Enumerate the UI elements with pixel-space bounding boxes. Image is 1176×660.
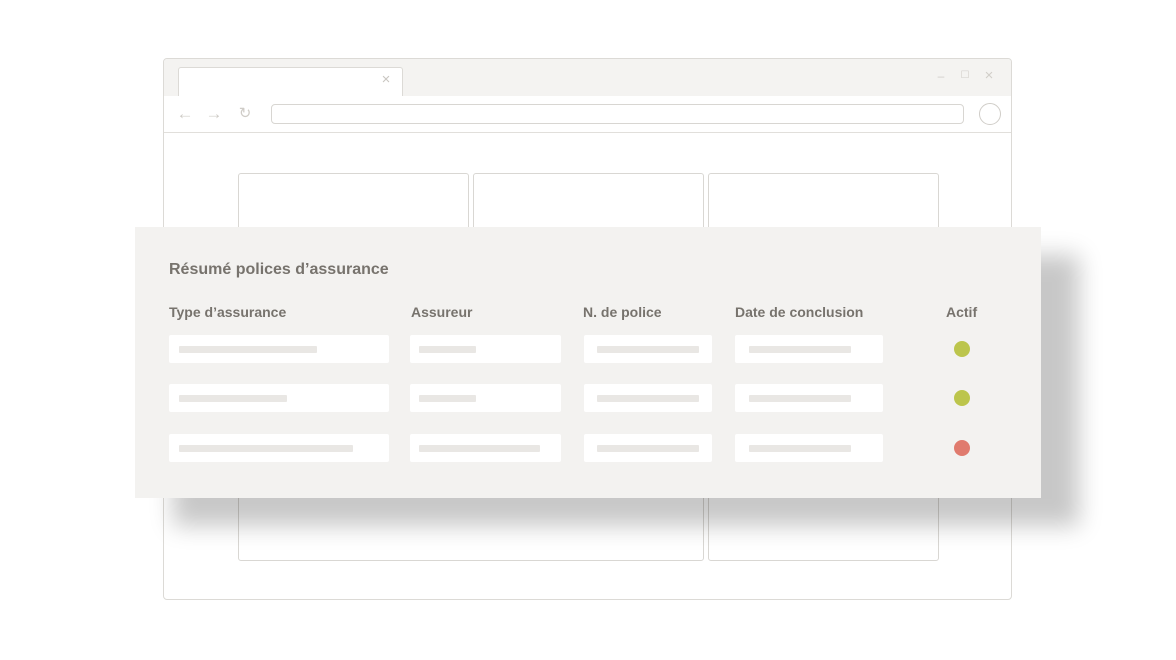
type-field[interactable] <box>169 384 389 412</box>
policy-number-field[interactable] <box>584 434 712 462</box>
status-active-indicator <box>954 341 970 357</box>
close-icon[interactable]: × <box>983 68 995 83</box>
minimize-icon[interactable]: – <box>935 70 947 82</box>
type-field[interactable] <box>169 335 389 363</box>
browser-toolbar: ← → ↻ <box>164 96 1011 133</box>
browser-tab[interactable]: × <box>178 67 403 97</box>
column-header-conclusion-date: Date de conclusion <box>735 304 864 320</box>
insurance-summary-panel: Résumé polices d’assurance Type d’assura… <box>135 227 1041 498</box>
profile-icon[interactable] <box>979 103 1001 125</box>
status-inactive-indicator <box>954 440 970 456</box>
conclusion-date-field[interactable] <box>735 335 883 363</box>
conclusion-date-field[interactable] <box>735 384 883 412</box>
insurer-field[interactable] <box>410 434 561 462</box>
column-header-policy-number: N. de police <box>583 304 662 320</box>
column-header-active: Actif <box>946 304 978 320</box>
title-bar: × – ☐ × <box>164 59 1011 97</box>
policy-number-field[interactable] <box>584 335 712 363</box>
insurer-field[interactable] <box>410 384 561 412</box>
column-header-insurer: Assureur <box>411 304 473 320</box>
window-controls: – ☐ × <box>935 68 995 83</box>
type-field[interactable] <box>169 434 389 462</box>
tab-close-icon[interactable]: × <box>380 72 392 87</box>
insurer-field[interactable] <box>410 335 561 363</box>
policy-number-field[interactable] <box>584 384 712 412</box>
panel-title: Résumé polices d’assurance <box>169 261 389 278</box>
address-bar[interactable] <box>271 104 964 124</box>
status-active-indicator <box>954 390 970 406</box>
maximize-icon[interactable]: ☐ <box>959 70 971 82</box>
back-arrow-icon[interactable]: ← <box>175 104 195 124</box>
forward-arrow-icon[interactable]: → <box>204 104 224 124</box>
reload-icon[interactable]: ↻ <box>235 104 255 124</box>
conclusion-date-field[interactable] <box>735 434 883 462</box>
column-header-type: Type d’assurance <box>169 304 287 320</box>
